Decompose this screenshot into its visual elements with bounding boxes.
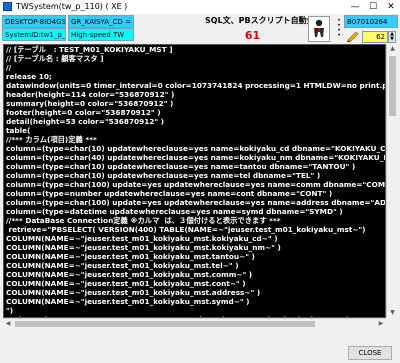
kaisya-cd-field: GR_KAISYA_CD = '1975 [68,15,134,28]
code-line: detail(height=53 color="536870912" ) [6,117,165,126]
code-line: table( [6,126,31,135]
code-line: header(height=114 color="536870912" ) [6,90,175,99]
code-line: COLUMN(NAME=~"jeuser.test_m01_kokiyaku_m… [6,270,253,279]
code-line: column=(type=char(10) updatewhereclause=… [6,162,356,171]
horizontal-scroll-thumb[interactable] [15,321,315,327]
scroll-right-icon[interactable]: ▶ [376,319,386,329]
window-titlebar[interactable]: TWSystem(tw_p_110) ( XE ) — ☐ ✕ [0,0,400,15]
record-count: 61 [244,29,261,42]
code-line: column=(type=char(100) update=yes update… [6,180,386,189]
code-line: //*** カラム(項目)定義 *** [6,135,97,144]
code-line: //*** DataBase Connection定義 ※カルマ は、３個付ける… [6,216,281,225]
vertical-scrollbar[interactable]: ▲ ▼ [386,44,398,318]
code-line: release 10; [6,72,52,81]
grip-dots-icon: • • • • [337,17,341,39]
scroll-left-icon[interactable]: ◀ [3,319,13,329]
pencil-icon[interactable] [346,30,360,42]
code-line: COLUMN(NAME=~"jeuser.test_m01_kokiyaku_m… [6,297,250,306]
code-line: column=(type=char(40) updatewhereclause=… [6,153,386,162]
speed-mode-field: High-speed TW [68,28,134,41]
code-line: COLUMN(NAME=~"jeuser.test_m01_kokiyaku_m… [6,252,255,261]
code-line: // [テーブル名 : 顧客マスタ ] [6,54,104,63]
machine-name-field: DESKTOP-8IO4GSL [2,15,66,28]
code-line: COLUMN(NAME=~"jeuser.test_m01_kokiyaku_m… [6,243,281,252]
scroll-up-icon[interactable]: ▲ [387,44,398,54]
code-line: column=(type=char(10) updatewhereclause=… [6,171,321,180]
scroll-down-icon[interactable]: ▼ [387,308,398,318]
minimize-button[interactable]: — [346,0,364,14]
code-line: // [6,63,12,72]
header-bar: DESKTOP-8IO4GSL SystemID:tw1_p_110 GR_KA… [0,14,400,44]
user-icon[interactable] [308,16,330,42]
code-line: // [テーブル : TEST_M01_KOKIYAKU_MST ] [6,45,173,54]
maximize-button[interactable]: ☐ [364,0,382,14]
code-lines: // [テーブル : TEST_M01_KOKIYAKU_MST ]// [テー… [4,45,386,317]
code-line: summary(height=0 color="536870912" ) [6,99,174,108]
close-button[interactable]: CLOSE [348,346,392,360]
code-line: datawindow(units=0 timer_interval=0 colo… [6,81,385,90]
code-line: retrieve="PBSELECT( VERSION(400) TABLE(N… [6,225,366,234]
page-number-input[interactable]: 62 [362,31,388,43]
code-line: COLUMN(NAME=~"jeuser.test_m01_kokiyaku_m… [6,261,239,270]
code-line: column=(type=number updatewhereclause=ye… [6,189,333,198]
horizontal-scrollbar[interactable]: ◀ ▶ [3,318,386,329]
vertical-scroll-thumb[interactable] [389,56,396,116]
window-title: TWSystem(tw_p_110) ( XE ) [16,2,128,11]
code-line: COLUMN(NAME=~"jeuser.test_m01_kokiyaku_m… [6,288,261,297]
code-line: COLUMN(NAME=~"jeuser.test_m01_kokiyaku_m… [6,279,246,288]
code-editor[interactable]: // [テーブル : TEST_M01_KOKIYAKU_MST ]// [テー… [3,44,386,318]
close-window-button[interactable]: ✕ [382,0,400,14]
code-line: COLUMN(NAME=~"jeuser.test_m01_kokiyaku_m… [6,234,278,243]
page-title: SQL文、PBスクリプト自動生成 [205,16,323,25]
page-number-spinner[interactable]: ▲ ▼ [388,31,396,43]
code-line: column=(type=datetime updatewhereclause=… [6,207,343,216]
document-code-field: B07010264 [344,15,398,28]
code-line: column=(type=char(10) updatewhereclause=… [6,144,386,153]
system-id-field: SystemID:tw1_p_110 [2,28,66,41]
spinner-down-icon[interactable]: ▼ [389,37,395,42]
code-line: column=(type=char(100) update=yes update… [6,198,386,207]
code-line: footer(height=0 color="536870912" ) [6,108,161,117]
app-icon [3,2,12,11]
code-line: ") [6,306,14,315]
